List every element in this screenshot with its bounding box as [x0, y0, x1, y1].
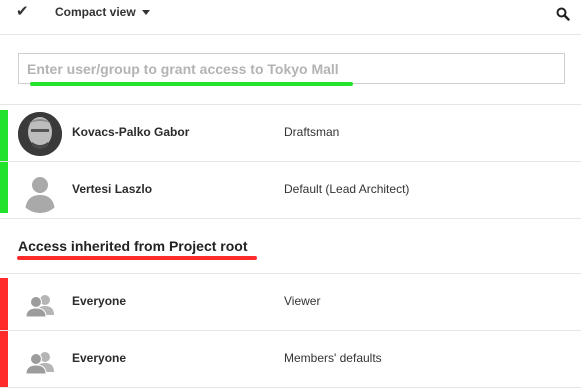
compact-view-label: Compact view [55, 5, 136, 19]
caret-down-icon [141, 10, 150, 15]
group-role: Members' defaults [284, 351, 382, 365]
group-name: Everyone [72, 294, 127, 308]
toolbar: ✔ Compact view [0, 0, 581, 30]
user-silhouette-icon [18, 169, 62, 213]
grant-access-input[interactable] [18, 53, 565, 84]
section-title-inherited: Access inherited from Project root [18, 238, 248, 254]
access-row[interactable]: Vertesi Laszlo Default (Lead Architect) [0, 162, 581, 219]
compact-view-dropdown[interactable]: Compact view [55, 5, 150, 19]
user-role[interactable]: Default (Lead Architect) [284, 182, 409, 196]
divider [0, 218, 581, 219]
user-role[interactable]: Draftsman [284, 125, 339, 139]
group-icon [18, 281, 62, 325]
inherited-access-row[interactable]: Everyone Members' defaults [0, 331, 581, 388]
user-photo-avatar [18, 112, 62, 156]
check-icon[interactable]: ✔ [16, 2, 29, 20]
toolbar-divider [0, 34, 581, 35]
group-icon [18, 338, 62, 382]
search-icon[interactable] [556, 7, 570, 26]
red-underline-annotation [17, 256, 257, 260]
group-name: Everyone [72, 351, 127, 365]
access-row[interactable]: Kovacs-Palko Gabor Draftsman [0, 105, 581, 162]
inherited-access-row[interactable]: Everyone Viewer [0, 274, 581, 331]
group-role: Viewer [284, 294, 321, 308]
user-name: Kovacs-Palko Gabor [72, 125, 190, 139]
user-name: Vertesi Laszlo [72, 182, 153, 196]
green-underline-annotation [30, 82, 353, 86]
